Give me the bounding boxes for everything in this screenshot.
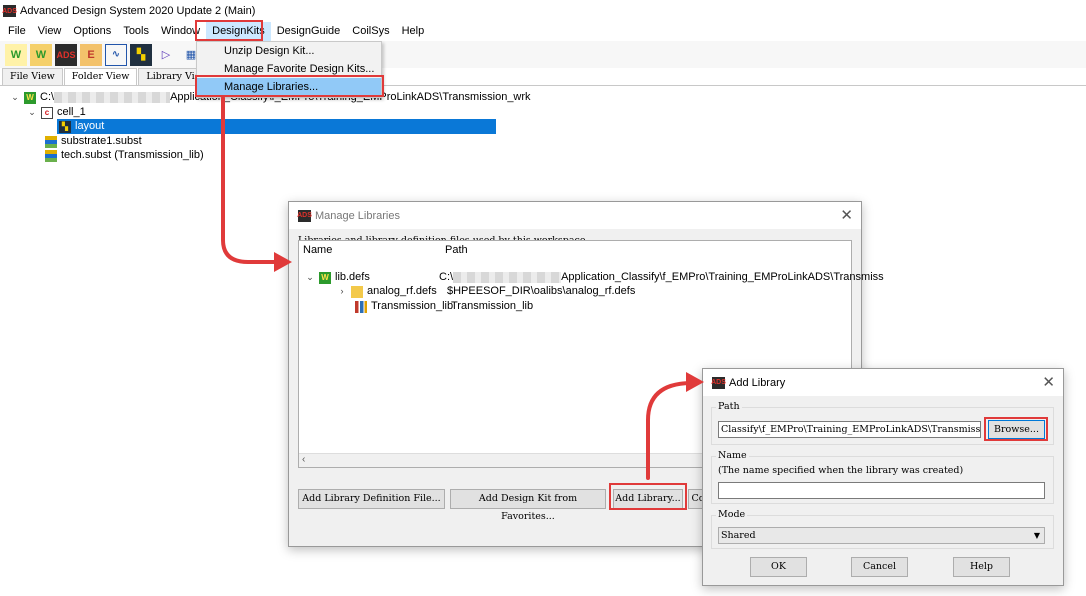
ads-schematic-icon[interactable]: ADS: [55, 43, 77, 66]
amplifier-icon[interactable]: ▷: [155, 44, 177, 66]
folder-icon: [351, 285, 363, 298]
tab-file-view[interactable]: File View: [2, 68, 63, 85]
dialog-title-bar: ADS Manage Libraries ✕: [289, 202, 861, 229]
row-path: Transmission_lib: [451, 300, 534, 312]
menu-tools[interactable]: Tools: [117, 22, 155, 41]
tech-label: tech.subst (Transmission_lib): [61, 149, 204, 161]
workspace-path-prefix: C:\: [40, 91, 55, 103]
window-title: Advanced Design System 2020 Update 2 (Ma…: [20, 5, 256, 17]
menu-designguide[interactable]: DesignGuide: [271, 22, 347, 41]
cancel-button[interactable]: Cancel: [851, 557, 908, 577]
toolbar: W W ADS E ∿ ▚ ▷ ▦: [0, 41, 1086, 68]
layout-icon: ▚: [59, 120, 71, 133]
table-row[interactable]: Transmission_lib Transmission_lib: [355, 299, 533, 314]
table-row[interactable]: › analog_rf.defs $HPEESOF_DIR\oalibs\ana…: [337, 284, 635, 299]
cell-icon: c: [41, 106, 53, 119]
menu-options[interactable]: Options: [67, 22, 117, 41]
open-workspace-icon[interactable]: W: [30, 43, 52, 66]
ads-logo-icon: ADS: [711, 376, 726, 389]
path-field[interactable]: Classify\f_EMPro\Training_EMProLinkADS\T…: [718, 421, 981, 438]
column-header-path[interactable]: Path: [445, 244, 468, 256]
close-icon[interactable]: ✕: [1042, 373, 1055, 391]
chevron-right-icon[interactable]: ›: [337, 284, 347, 299]
dialog-title: Manage Libraries: [315, 209, 400, 222]
redacted-path-segment: [453, 272, 562, 283]
dialog-title-bar: ADS Add Library ✕: [703, 369, 1063, 396]
add-library-dialog: ADS Add Library ✕ Path Classify\f_EMPro\…: [702, 368, 1064, 586]
redacted-path-segment: [54, 92, 171, 103]
workspace-icon: W: [24, 91, 36, 104]
name-field[interactable]: [718, 482, 1045, 499]
substrate1-label: substrate1.subst: [61, 135, 142, 147]
row-name: lib.defs: [335, 271, 370, 283]
dropdown-arrow-icon[interactable]: ▼: [1034, 528, 1040, 543]
menu-bar: File View Options Tools Window DesignKit…: [0, 22, 1086, 41]
add-design-kit-from-favorites-button[interactable]: Add Design Kit from Favorites...: [450, 489, 606, 522]
help-button[interactable]: Help: [953, 557, 1010, 577]
highlight-manage-libraries: [195, 75, 384, 97]
waveform-icon[interactable]: ∿: [105, 43, 127, 66]
substrate-icon: [45, 135, 57, 148]
close-icon[interactable]: ✕: [840, 206, 853, 224]
library-icon: [355, 300, 367, 313]
menu-coilsys[interactable]: CoilSys: [346, 22, 395, 41]
row-path-suffix: Application_Classify\f_EMPro\Training_EM…: [561, 271, 884, 283]
tree-row-tech[interactable]: tech.subst (Transmission_lib): [45, 148, 204, 163]
tree-row-substrate1[interactable]: substrate1.subst: [45, 134, 142, 149]
ads-logo-icon: ADS: [297, 209, 312, 222]
tab-folder-view[interactable]: Folder View: [63, 68, 138, 85]
scroll-left-icon[interactable]: ‹: [302, 454, 305, 465]
chevron-down-icon[interactable]: ⌄: [10, 90, 20, 105]
chevron-down-icon[interactable]: ⌄: [27, 105, 37, 120]
new-workspace-icon[interactable]: W: [5, 43, 27, 66]
workspace-icon: W: [319, 271, 331, 284]
row-name: analog_rf.defs: [367, 285, 437, 297]
ok-button[interactable]: OK: [750, 557, 807, 577]
tree-row-layout[interactable]: ▚ layout: [57, 119, 496, 134]
path-label: Path: [716, 401, 742, 412]
row-path: $HPEESOF_DIR\oalibs\analog_rf.defs: [447, 285, 636, 297]
substrate-icon: [45, 149, 57, 162]
mode-label: Mode: [716, 509, 748, 520]
highlight-browse-button: [984, 417, 1048, 441]
cell-label: cell_1: [57, 106, 86, 118]
row-name: Transmission_lib: [371, 300, 454, 312]
mode-select[interactable]: Shared ▼: [718, 527, 1045, 544]
highlight-add-library-button: [609, 483, 687, 510]
layout-icon[interactable]: ▚: [130, 43, 152, 66]
menu-view[interactable]: View: [32, 22, 68, 41]
tree-row-cell[interactable]: ⌄ c cell_1: [27, 105, 86, 120]
title-bar: ADS Advanced Design System 2020 Update 2…: [0, 0, 1086, 22]
name-hint: (The name specified when the library was…: [718, 465, 964, 476]
row-path-prefix: C:\: [439, 271, 454, 283]
menu-help[interactable]: Help: [396, 22, 431, 41]
layout-label: layout: [75, 120, 105, 132]
column-header-name[interactable]: Name: [303, 244, 332, 256]
table-row[interactable]: ⌄ W lib.defs C:\ Application_Classify\f_…: [305, 270, 884, 285]
menu-item-unzip-design-kit[interactable]: Unzip Design Kit...: [197, 42, 381, 60]
ads-logo-icon: ADS: [2, 5, 17, 17]
chevron-down-icon[interactable]: ⌄: [305, 270, 315, 285]
add-library-definition-file-button[interactable]: Add Library Definition File...: [298, 489, 445, 509]
em-icon[interactable]: E: [80, 43, 102, 66]
view-tabs: File View Folder View Library View: [0, 68, 1086, 86]
dialog-title: Add Library: [729, 376, 786, 389]
highlight-designkits-menu: [195, 20, 263, 41]
menu-file[interactable]: File: [2, 22, 32, 41]
mode-value: Shared: [721, 530, 756, 541]
name-label: Name: [716, 450, 749, 461]
